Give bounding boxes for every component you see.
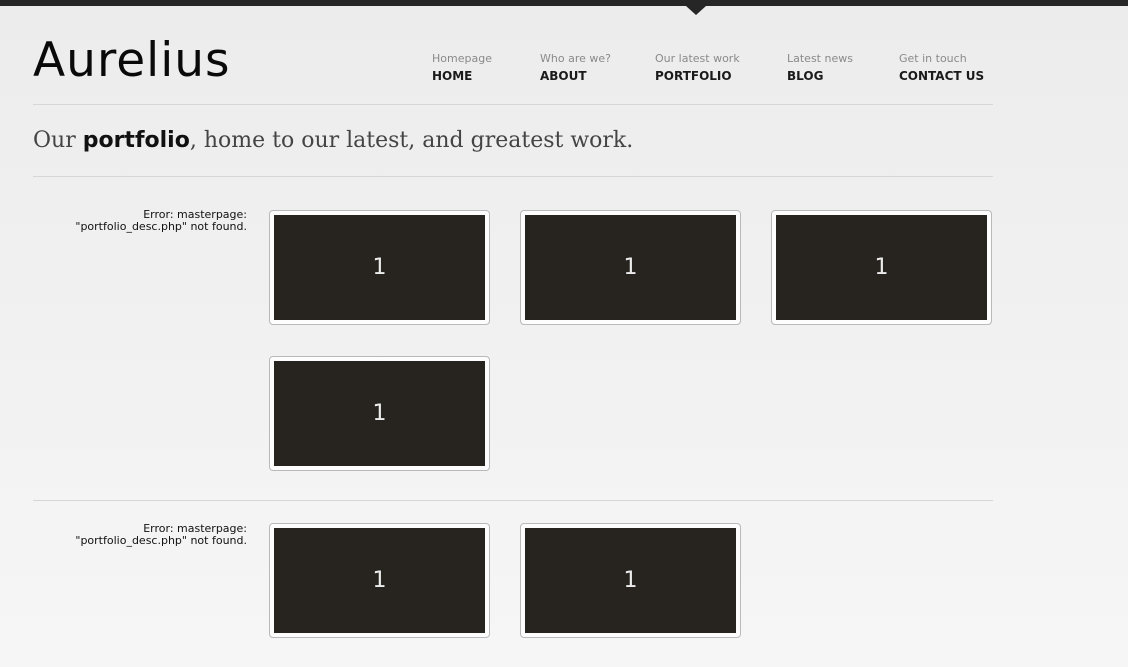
portfolio-thumbnail[interactable]: 1 bbox=[269, 523, 490, 638]
section-divider bbox=[33, 500, 993, 501]
portfolio-error-message: Error: masterpage: "portfolio_desc.php" … bbox=[40, 209, 247, 233]
thumbnail-placeholder: 1 bbox=[274, 361, 485, 466]
thumbnail-placeholder: 1 bbox=[776, 215, 987, 320]
page-title-prefix: Our bbox=[33, 128, 83, 153]
active-nav-pointer-icon bbox=[686, 6, 706, 15]
nav-item-portfolio-sub: Our latest work bbox=[655, 52, 740, 65]
nav-item-home-sub: Homepage bbox=[432, 52, 492, 65]
nav-item-contact-sub: Get in touch bbox=[899, 52, 967, 65]
nav-item-about[interactable]: Who are we? ABOUT bbox=[540, 52, 611, 85]
error-line-2: "portfolio_desc.php" not found. bbox=[75, 220, 247, 233]
nav-item-portfolio-label: PORTFOLIO bbox=[655, 69, 732, 83]
nav-item-home[interactable]: Homepage HOME bbox=[432, 52, 492, 85]
page-title-bold: portfolio bbox=[82, 128, 190, 153]
page-title-suffix: , home to our latest, and greatest work. bbox=[189, 128, 634, 153]
top-bar bbox=[0, 0, 1128, 6]
thumbnail-placeholder: 1 bbox=[525, 528, 736, 633]
portfolio-thumbnail[interactable]: 1 bbox=[520, 523, 741, 638]
nav-item-about-sub: Who are we? bbox=[540, 52, 611, 65]
nav-item-home-label: HOME bbox=[432, 69, 473, 83]
portfolio-thumbnail[interactable]: 1 bbox=[520, 210, 741, 325]
portfolio-error-message: Error: masterpage: "portfolio_desc.php" … bbox=[40, 523, 247, 547]
page-title: Our portfolio, home to our latest, and g… bbox=[33, 126, 633, 156]
nav-item-blog[interactable]: Latest news BLOG bbox=[787, 52, 853, 85]
portfolio-thumbnail[interactable]: 1 bbox=[771, 210, 992, 325]
nav-item-about-label: ABOUT bbox=[540, 69, 587, 83]
nav-item-contact-label: CONTACT US bbox=[899, 69, 985, 83]
error-line-2: "portfolio_desc.php" not found. bbox=[75, 534, 247, 547]
portfolio-thumbnail[interactable]: 1 bbox=[269, 210, 490, 325]
nav-item-blog-sub: Latest news bbox=[787, 52, 853, 65]
portfolio-thumbnail[interactable]: 1 bbox=[269, 356, 490, 471]
thumbnail-placeholder: 1 bbox=[525, 215, 736, 320]
title-divider bbox=[33, 176, 993, 177]
thumbnail-placeholder: 1 bbox=[274, 215, 485, 320]
nav-item-blog-label: BLOG bbox=[787, 69, 824, 83]
site-logo[interactable]: Aurelius bbox=[33, 33, 231, 89]
nav-item-contact[interactable]: Get in touch CONTACT US bbox=[899, 52, 984, 85]
thumbnail-placeholder: 1 bbox=[274, 528, 485, 633]
nav-item-portfolio[interactable]: Our latest work PORTFOLIO bbox=[655, 52, 740, 85]
header-divider bbox=[33, 104, 993, 105]
